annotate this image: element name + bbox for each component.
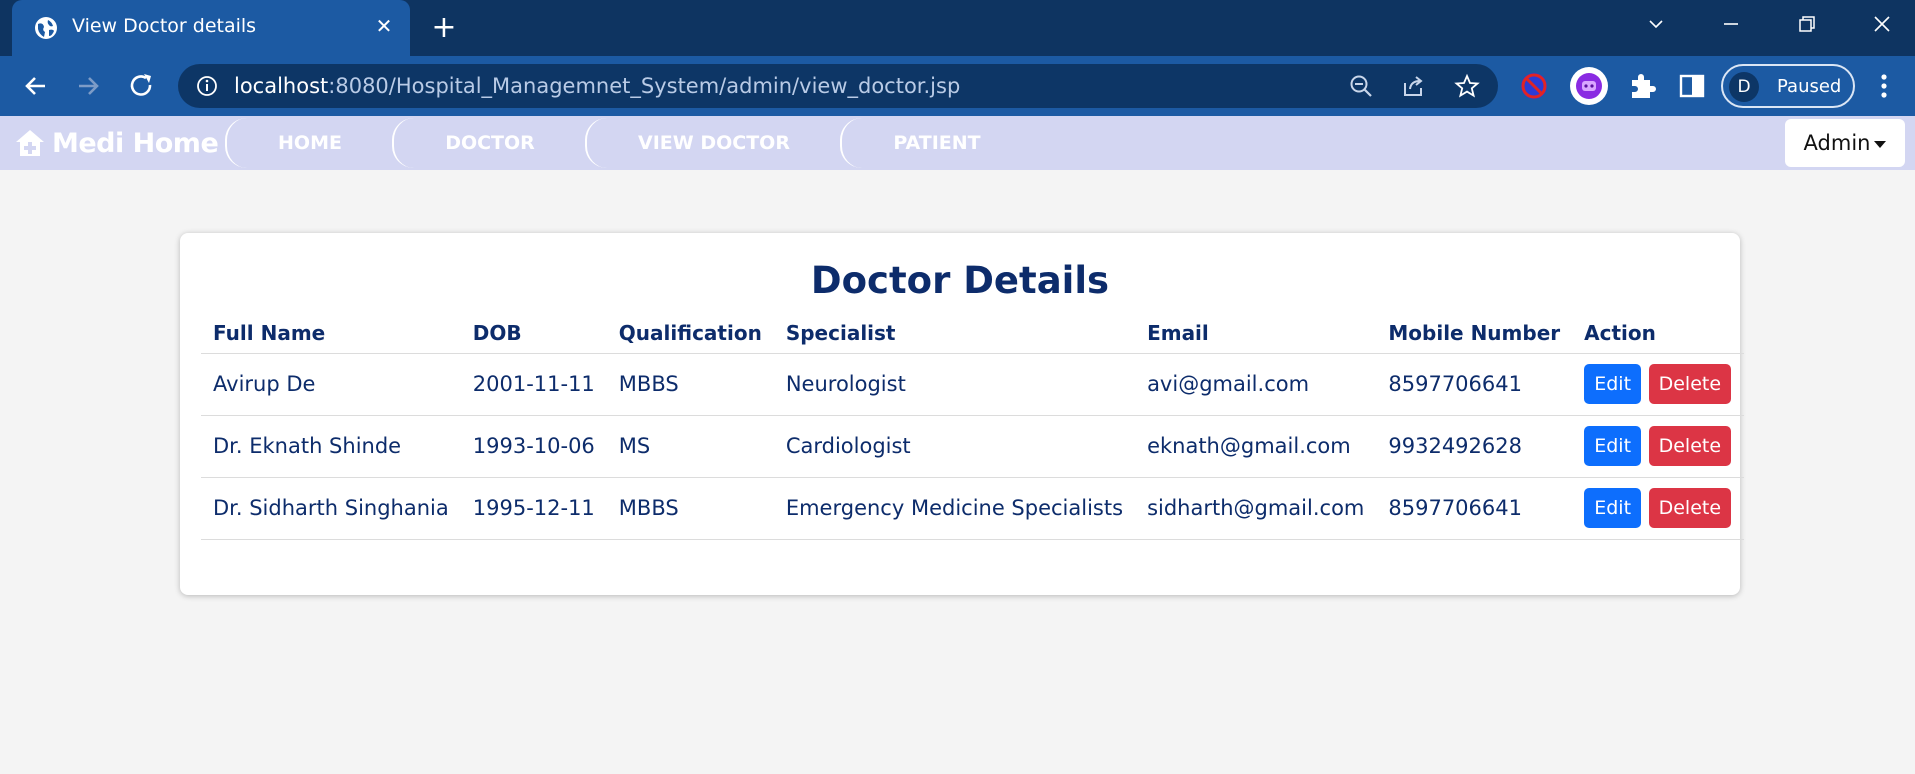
info-icon[interactable] xyxy=(196,75,218,97)
profile-button[interactable]: D Paused xyxy=(1721,64,1855,108)
cell-name: Dr. Eknath Shinde xyxy=(201,415,461,478)
avatar: D xyxy=(1729,72,1759,102)
delete-button[interactable]: Delete xyxy=(1648,364,1731,404)
edit-button[interactable]: Edit xyxy=(1584,488,1642,528)
reload-icon[interactable] xyxy=(124,68,160,104)
bookmark-star-icon[interactable] xyxy=(1454,73,1480,99)
brand-logo[interactable]: Medi Home xyxy=(14,126,219,160)
cell-specialist: Cardiologist xyxy=(773,415,1136,478)
cell-dob: 1993-10-06 xyxy=(460,415,607,478)
browser-toolbar: localhost:8080/Hospital_Managemnet_Syste… xyxy=(0,56,1915,116)
delete-button[interactable]: Delete xyxy=(1648,488,1731,528)
cell-name: Dr. Sidharth Singhania xyxy=(201,477,461,540)
table-row: Dr. Eknath Shinde 1993-10-06 MS Cardiolo… xyxy=(201,415,1744,478)
cell-email: sidharth@gmail.com xyxy=(1135,477,1377,540)
new-tab-icon[interactable]: + xyxy=(428,12,460,44)
profile-status: Paused xyxy=(1777,76,1842,97)
col-mobile: Mobile Number xyxy=(1376,313,1573,354)
table-row: Avirup De 2001-11-11 MBBS Neurologist av… xyxy=(201,353,1744,416)
minimize-icon[interactable] xyxy=(1711,10,1751,40)
menu-dots-icon[interactable] xyxy=(1872,70,1896,102)
doctor-table: Full Name DOB Qualification Specialist E… xyxy=(201,313,1744,540)
brand-name: Medi Home xyxy=(52,127,219,159)
edit-button[interactable]: Edit xyxy=(1584,364,1642,404)
cell-action: Edit Delete xyxy=(1572,415,1744,478)
col-email: Email xyxy=(1135,313,1377,354)
cell-mobile: 8597706641 xyxy=(1376,353,1573,416)
page-title: Doctor Details xyxy=(810,259,1110,302)
cell-email: avi@gmail.com xyxy=(1135,353,1377,416)
col-action: Action xyxy=(1572,313,1744,354)
table-row: Dr. Sidharth Singhania 1995-12-11 MBBS E… xyxy=(201,477,1744,540)
doctor-details-card: Doctor Details Full Name DOB Qualificati… xyxy=(180,233,1744,595)
address-bar[interactable]: localhost:8080/Hospital_Managemnet_Syste… xyxy=(178,64,1498,108)
cell-specialist: Neurologist xyxy=(773,353,1136,416)
cell-mobile: 8597706641 xyxy=(1376,477,1573,540)
admin-dropdown[interactable]: Admin xyxy=(1785,119,1905,167)
col-dob: DOB xyxy=(460,313,607,354)
col-qualification: Qualification xyxy=(606,313,774,354)
nav-patient[interactable]: PATIENT xyxy=(840,118,1032,168)
cell-name: Avirup De xyxy=(201,353,461,416)
zoom-out-icon[interactable] xyxy=(1348,73,1374,99)
browser-tab[interactable]: View Doctor details ✕ xyxy=(12,0,410,56)
window-close-icon[interactable] xyxy=(1862,10,1902,40)
cell-mobile: 9932492628 xyxy=(1376,415,1573,478)
cell-dob: 2001-11-11 xyxy=(460,353,607,416)
nav-doctor[interactable]: DOCTOR xyxy=(392,118,586,168)
cell-email: eknath@gmail.com xyxy=(1135,415,1377,478)
tab-title: View Doctor details xyxy=(72,15,257,37)
house-medical-icon xyxy=(16,130,44,156)
nav-home[interactable]: HOME xyxy=(225,118,393,168)
col-full-name: Full Name xyxy=(201,313,461,354)
edit-button[interactable]: Edit xyxy=(1584,426,1642,466)
col-specialist: Specialist xyxy=(773,313,1136,354)
back-arrow-icon[interactable] xyxy=(18,68,54,104)
side-panel-icon[interactable] xyxy=(1676,70,1708,102)
cell-qualification: MBBS xyxy=(606,477,774,540)
forward-arrow-icon[interactable] xyxy=(70,68,106,104)
cell-specialist: Emergency Medicine Specialists xyxy=(773,477,1136,540)
extension-blocked-icon[interactable] xyxy=(1518,70,1550,102)
cell-qualification: MBBS xyxy=(606,353,774,416)
delete-button[interactable]: Delete xyxy=(1648,426,1731,466)
browser-tab-strip: View Doctor details ✕ + xyxy=(0,0,1915,56)
cell-qualification: MS xyxy=(606,415,774,478)
table-header-row: Full Name DOB Qualification Specialist E… xyxy=(201,313,1744,354)
restore-icon[interactable] xyxy=(1786,10,1826,40)
extension-robot-icon[interactable] xyxy=(1569,66,1609,106)
puzzle-icon[interactable] xyxy=(1626,70,1658,102)
cell-action: Edit Delete xyxy=(1572,353,1744,416)
share-icon[interactable] xyxy=(1400,73,1426,99)
close-icon[interactable]: ✕ xyxy=(372,14,396,38)
cell-action: Edit Delete xyxy=(1572,477,1744,540)
chevron-down-icon[interactable] xyxy=(1636,10,1676,40)
caret-down-icon xyxy=(1874,140,1887,148)
nav-view-doctor[interactable]: VIEW DOCTOR xyxy=(585,118,841,168)
globe-icon xyxy=(34,16,58,40)
cell-dob: 1995-12-11 xyxy=(460,477,607,540)
site-navbar: Medi Home HOME DOCTOR VIEW DOCTOR PATIEN… xyxy=(0,116,1915,170)
url-text[interactable]: localhost:8080/Hospital_Managemnet_Syste… xyxy=(234,74,960,98)
